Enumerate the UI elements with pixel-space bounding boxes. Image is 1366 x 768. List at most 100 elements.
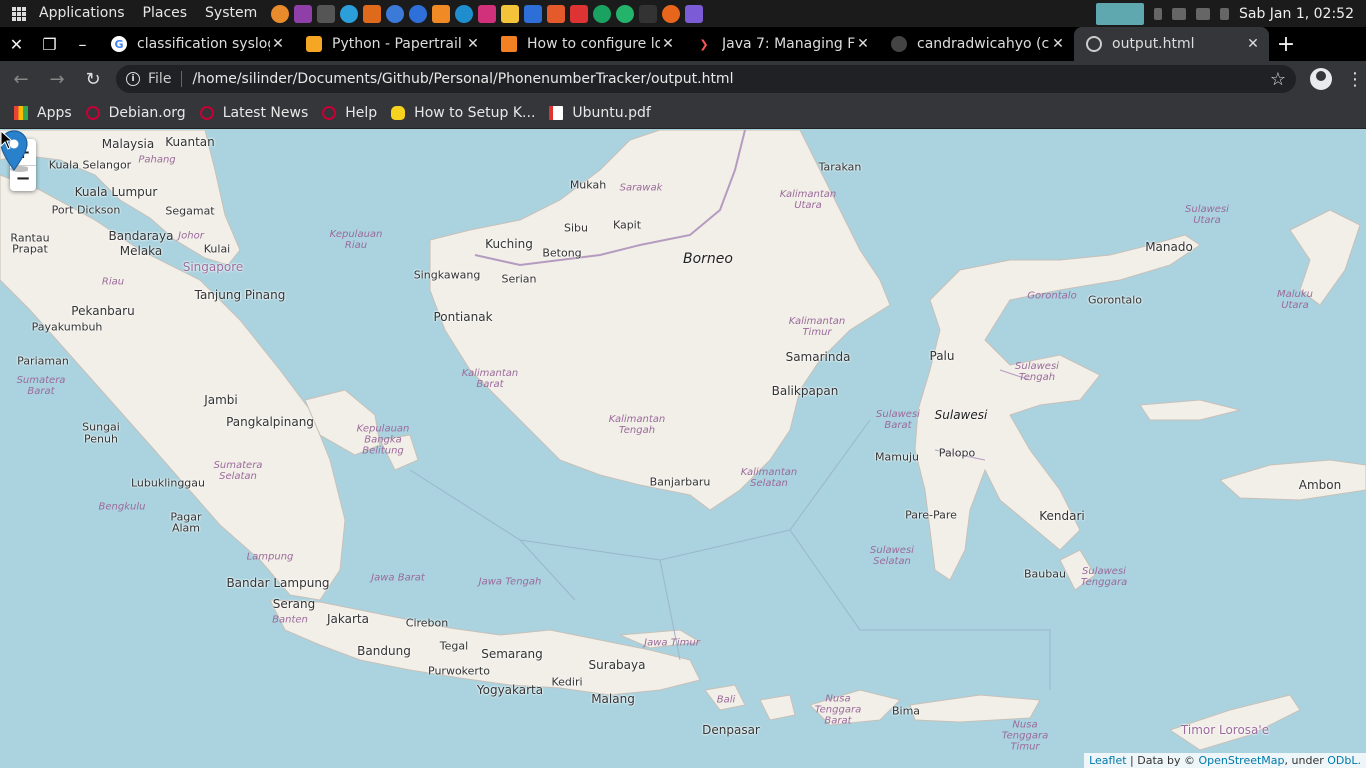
launcher-folder-icon[interactable]	[547, 4, 566, 23]
tab-output-html[interactable]: output.html ✕	[1074, 27, 1269, 61]
back-arrow-icon[interactable]: ←	[6, 64, 36, 94]
bookmark-help[interactable]: Help	[322, 105, 377, 121]
applications-menu[interactable]: Applications	[30, 0, 134, 27]
close-tab-icon[interactable]: ✕	[270, 36, 286, 52]
tab-python-papertrail[interactable]: Python - Papertrail ✕	[294, 27, 489, 61]
map-tiles	[0, 130, 1366, 768]
minimize-window-icon[interactable]: –	[66, 27, 99, 61]
odbl-link[interactable]: ODbL.	[1327, 754, 1361, 767]
stackoverflow-icon	[501, 36, 517, 52]
region-label: Sarawak	[619, 182, 663, 194]
system-panel: Applications Places System Sab Jan 1, 02…	[0, 0, 1366, 27]
region-label: Kepulauan Bangka Belitung	[356, 423, 410, 457]
info-icon[interactable]: i	[126, 72, 140, 86]
launcher-word-icon[interactable]	[524, 4, 543, 23]
launcher-blocks-icon[interactable]	[432, 4, 451, 23]
profile-avatar-icon[interactable]	[1310, 68, 1332, 90]
google-icon: G	[111, 36, 127, 52]
city-label: Port Dickson	[51, 203, 121, 217]
launcher-n-icon[interactable]	[271, 4, 290, 23]
launcher-chrome-icon[interactable]	[593, 4, 612, 23]
region-label: Riau	[101, 276, 125, 288]
launcher-notes-icon[interactable]	[501, 4, 520, 23]
close-tab-icon[interactable]: ✕	[855, 36, 871, 52]
wifi-icon[interactable]	[1196, 7, 1210, 20]
new-tab-button[interactable]: +	[1269, 27, 1303, 61]
close-tab-icon[interactable]: ✕	[465, 36, 481, 52]
launcher-firefox-icon[interactable]	[662, 4, 681, 23]
island-label: Borneo	[683, 251, 733, 267]
city-label: Kapit	[612, 218, 642, 232]
apps-grid-icon[interactable]	[12, 6, 26, 21]
forward-arrow-icon[interactable]: →	[42, 64, 72, 94]
city-label: Kuala Lumpur	[74, 185, 158, 199]
tab-title: classification syslog	[137, 36, 270, 52]
bookmark-ubuntu-pdf[interactable]: Ubuntu.pdf	[549, 105, 651, 121]
city-label: Mamuju	[875, 450, 919, 464]
menu-kebab-icon[interactable]: ⋮	[1346, 69, 1364, 90]
github-icon	[891, 36, 907, 52]
battery-icon[interactable]	[1220, 7, 1229, 20]
close-tab-icon[interactable]: ✕	[1245, 36, 1261, 52]
tab-title: How to configure lo	[527, 36, 660, 52]
openstreetmap-link[interactable]: OpenStreetMap	[1199, 754, 1285, 767]
region-label: Bengkulu	[98, 501, 146, 513]
island-label: Sulawesi	[934, 408, 988, 422]
volume-icon[interactable]	[1172, 7, 1186, 20]
close-window-icon[interactable]: ✕	[0, 27, 33, 61]
reload-icon[interactable]: ↻	[78, 64, 108, 94]
bookmark-star-icon[interactable]: ☆	[1270, 69, 1286, 90]
city-label: Alam	[171, 521, 201, 535]
leaflet-map[interactable]: Malaysia Kuantan Kuala Selangor Pahang K…	[0, 130, 1366, 768]
chrome-taskbar-icon[interactable]	[1096, 2, 1144, 25]
tab-classification-syslog[interactable]: G classification syslog ✕	[99, 27, 294, 61]
city-label: Penuh	[84, 432, 118, 446]
region-label: Banten	[272, 614, 308, 626]
bookmark-latest-news[interactable]: Latest News	[199, 105, 308, 121]
close-tab-icon[interactable]: ✕	[1050, 36, 1066, 52]
launcher-chromium-icon[interactable]	[386, 4, 405, 23]
region-label: Pahang	[138, 154, 176, 166]
launcher-telegram-icon[interactable]	[340, 4, 359, 23]
launcher-network-icon[interactable]	[409, 4, 428, 23]
bookmark-apps[interactable]: Apps	[14, 105, 72, 121]
city-label: Bandar Lampung	[226, 576, 330, 590]
launcher-terminal-icon[interactable]	[317, 4, 336, 23]
launcher-arc-icon[interactable]	[455, 4, 474, 23]
launcher-intellij-icon[interactable]	[478, 4, 497, 23]
city-label: Serang	[272, 597, 316, 611]
close-tab-icon[interactable]: ✕	[660, 36, 676, 52]
bookmark-how-to-setup[interactable]: How to Setup K...	[391, 105, 535, 121]
restore-window-icon[interactable]: ❐	[33, 27, 66, 61]
url-text[interactable]: /home/silinder/Documents/Github/Personal…	[192, 71, 1269, 87]
bookmark-debian[interactable]: Debian.org	[85, 105, 186, 121]
launcher-calc-icon[interactable]	[570, 4, 589, 23]
leaflet-link[interactable]: Leaflet	[1089, 754, 1126, 767]
region-label: Jawa Timur	[644, 637, 700, 649]
tab-java7[interactable]: ❯ Java 7: Managing F ✕	[684, 27, 879, 61]
system-menu[interactable]: System	[196, 0, 266, 27]
tab-stackoverflow[interactable]: How to configure lo ✕	[489, 27, 684, 61]
launcher-purple-icon[interactable]	[294, 4, 313, 23]
city-label: Singapore	[182, 260, 244, 274]
city-label: Pekanbaru	[71, 304, 135, 318]
city-label: Jambi	[204, 393, 238, 407]
pdf-file-icon	[549, 105, 564, 120]
city-label: Tanjung Pinang	[194, 288, 286, 302]
launcher-sync-icon[interactable]	[616, 4, 635, 23]
clock[interactable]: Sab Jan 1, 02:52	[1239, 6, 1354, 22]
country-label: Malaysia	[101, 137, 155, 151]
region-label: Bali	[716, 694, 736, 706]
city-label: Palu	[929, 349, 955, 363]
region-label: Sulawesi Tenggara	[1080, 566, 1128, 588]
city-label: Manado	[1145, 240, 1193, 254]
city-label: Banjarbaru	[649, 475, 711, 489]
tab-title: Python - Papertrail	[332, 36, 462, 52]
launcher-shell-icon[interactable]	[639, 4, 658, 23]
address-bar[interactable]: i File /home/silinder/Documents/Github/P…	[116, 65, 1296, 93]
places-menu[interactable]: Places	[134, 0, 197, 27]
launcher-app-icon[interactable]	[685, 4, 704, 23]
tab-github[interactable]: candradwicahyo (ca ✕	[879, 27, 1074, 61]
file-chip[interactable]: File	[148, 71, 171, 87]
launcher-sublime-icon[interactable]	[363, 4, 382, 23]
